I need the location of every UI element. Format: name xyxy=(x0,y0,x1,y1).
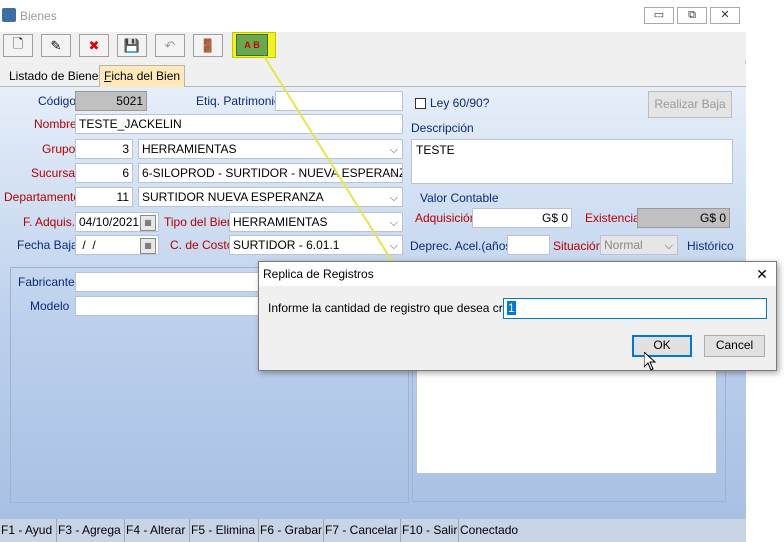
dialog-close-icon[interactable]: ✕ xyxy=(751,265,773,283)
ok-button[interactable]: OK xyxy=(632,335,692,357)
mouse-cursor-icon xyxy=(644,352,657,371)
replica-registros-dialog: Replica de Registros ✕ Informe la cantid… xyxy=(258,261,777,371)
dialog-title: Replica de Registros xyxy=(263,267,374,281)
quantity-input[interactable]: 1 xyxy=(503,298,767,319)
cancel-button[interactable]: Cancel xyxy=(704,335,765,357)
dialog-prompt: Informe la cantidad de registro que dese… xyxy=(268,301,521,315)
annotation-arrow-line xyxy=(263,55,401,275)
